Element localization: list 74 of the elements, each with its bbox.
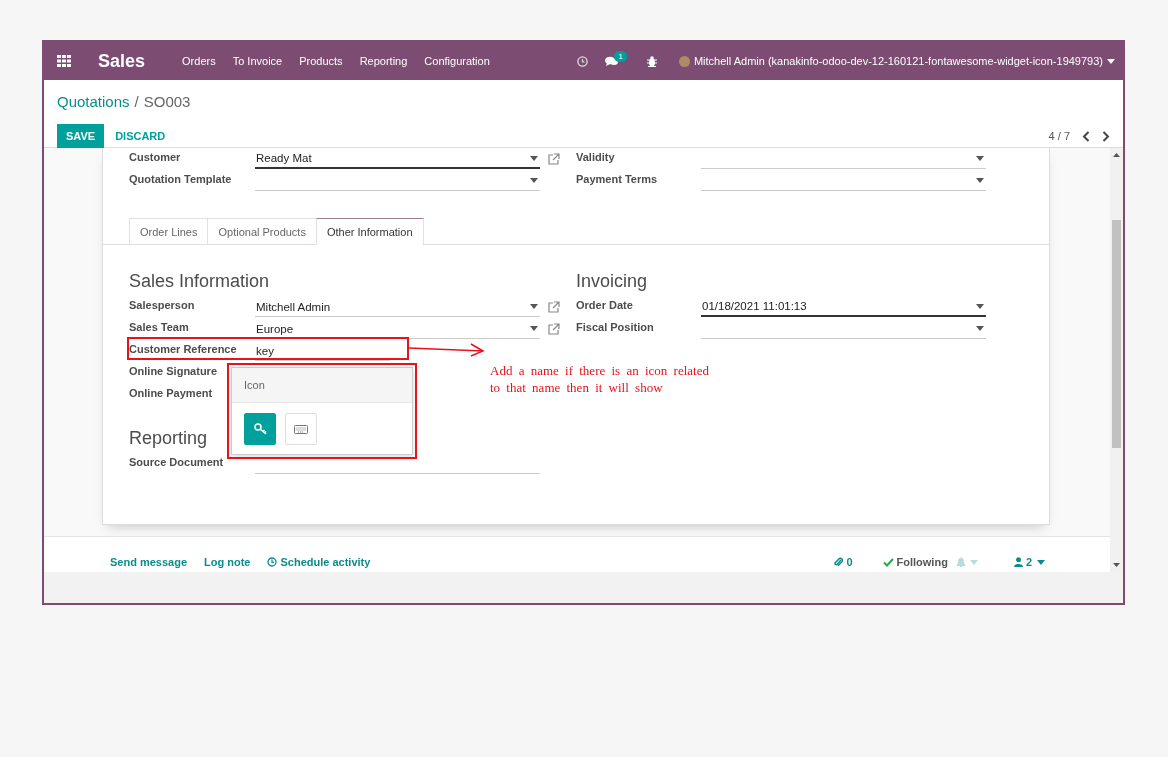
field-label: Order Date bbox=[576, 298, 634, 311]
field-label: Customer Reference bbox=[129, 342, 238, 355]
scroll-down-arrow-icon[interactable] bbox=[1113, 563, 1120, 567]
breadcrumb-link[interactable]: Quotations bbox=[57, 92, 130, 110]
scroll-up-arrow-icon[interactable] bbox=[1113, 153, 1120, 157]
field-value: Ready Mat bbox=[256, 152, 312, 164]
external-link-icon[interactable] bbox=[548, 153, 560, 165]
field-label: Quotation Template bbox=[129, 172, 233, 185]
field-label: Online Signature bbox=[129, 364, 218, 377]
select-field[interactable]: Ready Mat bbox=[255, 149, 540, 169]
field-value: Mitchell Admin bbox=[256, 300, 331, 313]
caret-icon bbox=[1107, 58, 1115, 64]
caret-icon bbox=[969, 559, 978, 565]
field-label: Fiscal Position bbox=[576, 320, 655, 333]
select-field[interactable]: 01/18/2021 11:01:13 bbox=[701, 297, 986, 317]
followers-button[interactable]: 2 bbox=[1013, 556, 1032, 568]
next-chevron-icon[interactable] bbox=[1102, 130, 1110, 142]
menu-item[interactable]: Reporting bbox=[359, 55, 408, 67]
caret-icon bbox=[976, 156, 984, 161]
user-icon bbox=[1013, 557, 1023, 567]
previous-chevron-icon[interactable] bbox=[1082, 130, 1090, 142]
pager-value: 4 / 7 bbox=[1048, 130, 1070, 142]
paperclip-icon bbox=[833, 557, 844, 567]
field-label: Sales Team bbox=[129, 320, 190, 333]
keyboard-icon bbox=[294, 424, 308, 434]
caret-icon bbox=[530, 178, 538, 183]
field-label: Customer bbox=[129, 150, 182, 163]
caret-icon bbox=[530, 326, 538, 331]
menu-item[interactable]: Configuration bbox=[424, 55, 490, 67]
section-title: Reporting bbox=[129, 428, 208, 450]
external-link-icon[interactable] bbox=[548, 301, 560, 313]
send-message-link[interactable]: Send message bbox=[110, 556, 188, 568]
message-count-badge: 1 bbox=[614, 50, 627, 62]
caret-icon bbox=[530, 304, 538, 309]
caret-icon bbox=[530, 155, 538, 161]
key-icon bbox=[253, 423, 267, 435]
tab[interactable]: Order Lines bbox=[129, 218, 209, 244]
field-label: Source Document bbox=[129, 455, 225, 468]
menu-item[interactable]: To Invoice bbox=[232, 55, 283, 67]
menu-item[interactable]: Products bbox=[299, 55, 343, 67]
caret-icon bbox=[976, 326, 984, 331]
menu-item[interactable]: Orders bbox=[182, 55, 216, 67]
select-field[interactable]: Europe bbox=[255, 319, 540, 339]
clock-icon bbox=[267, 557, 278, 567]
external-link-icon[interactable] bbox=[548, 323, 560, 335]
app-title[interactable]: Sales bbox=[98, 50, 146, 72]
apps-grid-icon[interactable] bbox=[57, 55, 71, 67]
breadcrumb-separator: / bbox=[134, 92, 139, 110]
check-icon bbox=[882, 557, 894, 567]
following-button[interactable]: Following bbox=[882, 556, 948, 568]
field-value: 01/18/2021 11:01:13 bbox=[702, 300, 807, 312]
avatar bbox=[678, 55, 690, 67]
field-value: key bbox=[256, 344, 274, 357]
log-note-link[interactable]: Log note bbox=[204, 556, 251, 568]
clock-icon[interactable] bbox=[577, 55, 589, 67]
annotation-text: Add a name if there is an icon related to that name then it will show bbox=[490, 362, 709, 396]
field-value: Europe bbox=[256, 322, 294, 335]
bug-icon[interactable] bbox=[646, 55, 657, 67]
section-title: Sales Information bbox=[129, 271, 270, 293]
breadcrumb-current: SO003 bbox=[143, 92, 191, 110]
caret-icon bbox=[976, 303, 984, 309]
attachments-button[interactable]: 0 bbox=[833, 556, 853, 568]
field-label: Payment Terms bbox=[576, 172, 659, 185]
schedule-activity-link[interactable]: Schedule activity bbox=[267, 556, 371, 568]
popup-header: Icon bbox=[232, 368, 412, 403]
tab[interactable]: Other Information bbox=[315, 218, 424, 245]
select-field[interactable]: Mitchell Admin bbox=[255, 297, 540, 317]
field-label: Validity bbox=[576, 150, 616, 163]
icon-option[interactable] bbox=[244, 413, 276, 445]
caret-icon bbox=[1037, 559, 1045, 565]
section-title: Invoicing bbox=[576, 271, 648, 293]
caret-icon bbox=[976, 178, 984, 183]
input-field[interactable]: key bbox=[255, 341, 390, 361]
field-label: Salesperson bbox=[129, 298, 196, 311]
